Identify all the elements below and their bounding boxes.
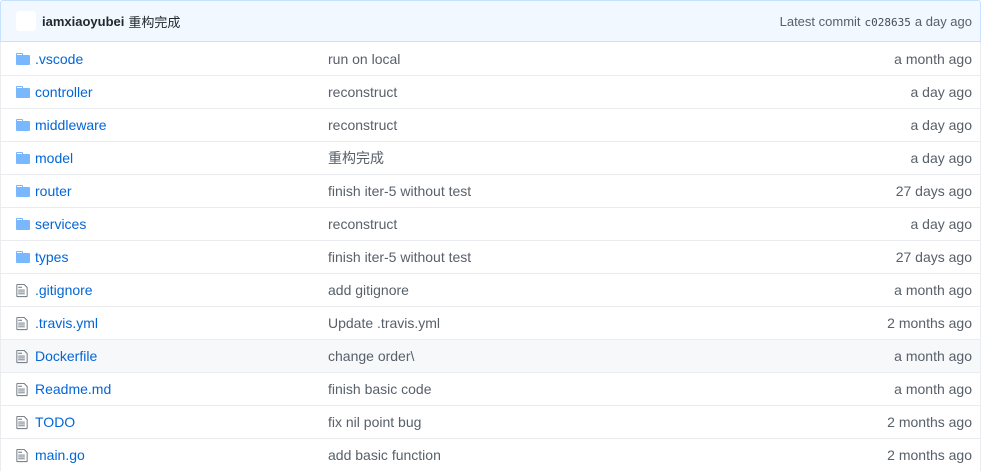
commit-message-link[interactable]: finish iter-5 without test [328,183,896,199]
file-row[interactable]: .gitignore add gitignore a month ago [1,273,980,306]
file-name-cell: services [35,216,328,232]
file-name-link[interactable]: services [35,216,86,232]
commit-age: 27 days ago [895,183,972,199]
commit-message-link[interactable]: add gitignore [328,282,894,298]
file-name-link[interactable]: .travis.yml [35,315,98,331]
commit-message-link[interactable]: change order\ [328,348,894,364]
commit-message-link[interactable]: Update .travis.yml [328,315,887,331]
file-name-link[interactable]: Dockerfile [35,348,97,364]
folder-icon [1,152,35,164]
file-name-cell: TODO [35,414,328,430]
file-name-cell: types [35,249,328,265]
commit-age: 2 months ago [887,447,972,463]
file-icon [1,415,35,430]
file-name-cell: .gitignore [35,282,328,298]
file-row[interactable]: middleware reconstruct a day ago [1,108,980,141]
file-icon [1,316,35,331]
commit-age: a month ago [894,348,972,364]
file-row[interactable]: Dockerfile change order\ a month ago [1,339,980,372]
commit-message-link[interactable]: reconstruct [328,216,911,232]
commit-age: 2 months ago [887,414,972,430]
file-icon [1,283,35,298]
file-name-link[interactable]: middleware [35,117,107,133]
file-icon [1,448,35,463]
commit-message-link[interactable]: finish basic code [328,381,894,397]
commit-age: a day ago [914,13,972,29]
commit-message-link[interactable]: add basic function [328,447,887,463]
commit-meta: Latest commit c028635 a day ago [780,14,972,29]
commit-age: a day ago [910,117,973,133]
folder-icon [1,251,35,263]
folder-icon [1,185,35,197]
commit-message[interactable]: 重构完成 [128,12,180,31]
folder-icon [1,52,35,65]
latest-commit-label: Latest commit [779,13,861,29]
latest-commit-bar: iamxiaoyubei 重构完成 Latest commit c028635 … [0,0,981,42]
file-row[interactable]: router finish iter-5 without test 27 days … [1,174,980,207]
commit-age: a day ago [910,150,973,166]
file-name-cell: main.go [35,447,328,463]
file-name-link[interactable]: types [35,249,68,265]
file-icon [1,382,35,397]
commit-message-link[interactable]: 重构完成 [328,148,911,168]
file-name-link[interactable]: .vscode [35,51,83,67]
file-name-cell: Dockerfile [35,348,328,364]
file-name-link[interactable]: .gitignore [35,282,93,298]
file-row[interactable]: main.go add basic function 2 months ago [1,438,980,471]
commit-age: a month ago [894,381,972,397]
file-row[interactable]: TODO fix nil point bug 2 months ago [1,405,980,438]
file-name-link[interactable]: main.go [35,447,85,463]
file-row[interactable]: model 重构完成 a day ago [1,141,980,174]
file-name-cell: .vscode [35,51,328,67]
file-row[interactable]: types finish iter-5 without test 27 days a… [1,240,980,273]
file-name-link[interactable]: Readme.md [35,381,111,397]
commit-age: a month ago [894,50,972,67]
file-name-link[interactable]: controller [35,84,93,100]
file-row[interactable]: .vscode run on local a month ago [1,42,980,75]
commit-age: 27 days ago [895,249,972,265]
file-name-cell: model [35,150,328,166]
avatar[interactable] [16,11,36,31]
commit-message-link[interactable]: reconstruct [328,84,911,100]
file-name-link[interactable]: model [35,150,73,166]
file-row[interactable]: controller reconstruct a day ago [1,75,980,108]
file-name-link[interactable]: TODO [35,414,75,430]
folder-icon [1,86,35,98]
commit-age: 2 months ago [887,315,972,331]
file-name-cell: .travis.yml [35,315,328,331]
commit-message-link[interactable]: fix nil point bug [328,414,887,430]
file-row[interactable]: services reconstruct a day ago [1,207,980,240]
commit-age: a month ago [894,282,972,298]
commit-age: a day ago [910,84,973,100]
folder-icon [1,119,35,131]
file-row[interactable]: .travis.yml Update .travis.yml 2 months ag… [1,306,980,339]
commit-sha[interactable]: c028635 [865,16,911,29]
file-row[interactable]: Readme.md finish basic code a month ago [1,372,980,405]
file-name-cell: Readme.md [35,381,328,397]
commit-message-link[interactable]: finish iter-5 without test [328,249,896,265]
file-list: .vscode run on local a month ago controller… [0,42,981,471]
folder-icon [1,218,35,230]
file-name-link[interactable]: router [35,183,72,199]
file-name-cell: middleware [35,117,328,133]
commit-message-link[interactable]: reconstruct [328,117,911,133]
commit-age: a day ago [910,216,973,232]
commit-message-link[interactable]: run on local [328,51,894,67]
file-icon [1,349,35,364]
commit-author[interactable]: iamxiaoyubei [42,14,124,29]
file-name-cell: router [35,183,328,199]
file-name-cell: controller [35,84,328,100]
